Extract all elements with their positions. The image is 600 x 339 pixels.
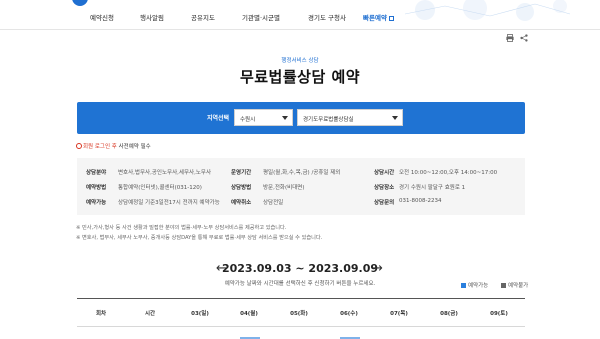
site-logo[interactable] <box>72 0 88 6</box>
nav-item-shared-map[interactable]: 공유지도 <box>191 12 215 22</box>
info-key: 예약가능 <box>86 200 107 206</box>
info-value: 방문,전화(비대면) <box>263 185 305 191</box>
quick-reservation-label: 빠른예약 <box>363 14 387 22</box>
nav-item-events[interactable]: 행사알림 <box>140 12 164 22</box>
office-select[interactable]: 경기도무료법률상담실 <box>297 109 403 126</box>
legend-available: 예약가능 <box>461 281 488 289</box>
column-header: 08(금) <box>440 311 458 317</box>
column-header: 06(수) <box>340 311 358 317</box>
top-navigation: 예약신청 행사알림 공유지도 기관별·시군별 경기도 구청사 빠른예약 <box>0 0 600 30</box>
alert-icon <box>76 143 82 149</box>
info-value: 통합예약(인터넷),콜센터(031-120) <box>118 185 202 191</box>
legend-available-label: 예약가능 <box>468 283 489 289</box>
region-selector-bar: 지역선택 수원시 경기도무료법률상담실 <box>77 102 525 134</box>
office-select-value: 경기도무료법률상담실 <box>303 117 354 123</box>
legend-unavailable: 예약불가 <box>501 281 528 289</box>
info-row: 상담분야 변호사,법무사,공인노무사,세무사,노무사 운영기간 평일(월,화,수… <box>77 168 525 182</box>
column-header: 03(일) <box>191 311 209 317</box>
city-select-value: 수원시 <box>240 117 256 123</box>
service-notes: ※ 민사,가사,형사 등 사건 생활과 밀접한 분야의 법률·세무·노무 상담서… <box>76 223 322 243</box>
external-link-icon <box>388 16 394 21</box>
note-line: ※ 변호사, 법무사, 세무사 노무사, 중개사등 상담DAY을 통해 무료로 … <box>76 235 323 241</box>
info-value: 오전 10:00~12:00,오후 14:00~17:00 <box>399 170 498 176</box>
service-category: 행정서비스 상담 <box>281 58 319 64</box>
table-header-divider <box>77 326 525 327</box>
chevron-down-icon <box>282 116 288 120</box>
next-week-button[interactable]: → <box>372 261 383 276</box>
nav-item-old-building[interactable]: 경기도 구청사 <box>308 12 346 22</box>
column-header: 05(화) <box>290 311 308 317</box>
table-top-border <box>77 298 525 299</box>
share-icon[interactable] <box>520 34 528 44</box>
info-value: 경기 수원시 팔달구 효원로 1 <box>399 185 466 191</box>
column-header: 회차 <box>95 311 107 317</box>
nav-item-quick-reservation[interactable]: 빠른예약 <box>363 12 394 22</box>
note-line: ※ 민사,가사,형사 등 사건 생활과 밀접한 분야의 법률·세무·노무 상담서… <box>76 225 287 231</box>
nav-item-by-agency[interactable]: 기관별·시군별 <box>242 12 280 22</box>
info-row: 예약방법 통합예약(인터넷),콜센터(031-120) 상담방법 방문,전화(비… <box>77 183 525 197</box>
nav-item-reservation[interactable]: 예약신청 <box>90 12 114 22</box>
column-header: 09(토) <box>490 311 508 317</box>
header-decoration <box>404 0 571 21</box>
week-range: 2023.09.03 ~ 2023.09.09 <box>221 262 379 275</box>
login-notice: 회원 로그인 후 사전예약 필수 <box>76 142 151 150</box>
notice-text: 사전예약 필수 <box>116 144 151 150</box>
column-header: 07(목) <box>390 311 408 317</box>
info-key: 예약방법 <box>86 185 107 191</box>
info-value: 031-8008-2234 <box>399 198 442 204</box>
table-row <box>77 333 525 339</box>
info-key: 상담문의 <box>374 200 395 206</box>
service-info-box: 상담분야 변호사,법무사,공인노무사,세무사,노무사 운영기간 평일(월,화,수… <box>77 158 525 215</box>
info-row: 예약가능 상담예정일 기준3일전17시 전까지 예약가능 예약취소 상담전일 상… <box>77 198 525 212</box>
chevron-down-icon <box>392 116 398 120</box>
unavailable-swatch <box>501 283 506 288</box>
info-value: 상담전일 <box>263 200 284 206</box>
info-value: 상담예정일 기준3일전17시 전까지 예약가능 <box>118 200 220 206</box>
info-value: 평일(월,화,수,목,금) /공휴일 제외 <box>263 170 341 176</box>
city-select[interactable]: 수원시 <box>234 109 293 126</box>
legend-unavailable-label: 예약불가 <box>508 283 529 289</box>
info-key: 상담장소 <box>374 185 395 191</box>
info-key: 상담분야 <box>86 170 107 176</box>
notice-highlight: 회원 로그인 후 <box>83 144 117 150</box>
info-value: 변호사,법무사,공인노무사,세무사,노무사 <box>118 170 212 176</box>
info-key: 운영기간 <box>231 170 252 176</box>
column-header: 시간 <box>144 311 156 317</box>
info-key: 상담방법 <box>231 185 252 191</box>
week-navigator: ← 2023.09.03 ~ 2023.09.09 → <box>0 261 600 277</box>
info-key: 예약취소 <box>231 200 252 206</box>
column-header: 04(월) <box>240 311 258 317</box>
page-title: 무료법률상담 예약 <box>239 68 361 86</box>
print-icon[interactable] <box>506 34 514 44</box>
info-key: 상담시간 <box>374 170 395 176</box>
available-swatch <box>461 283 466 288</box>
region-label: 지역선택 <box>207 115 230 122</box>
